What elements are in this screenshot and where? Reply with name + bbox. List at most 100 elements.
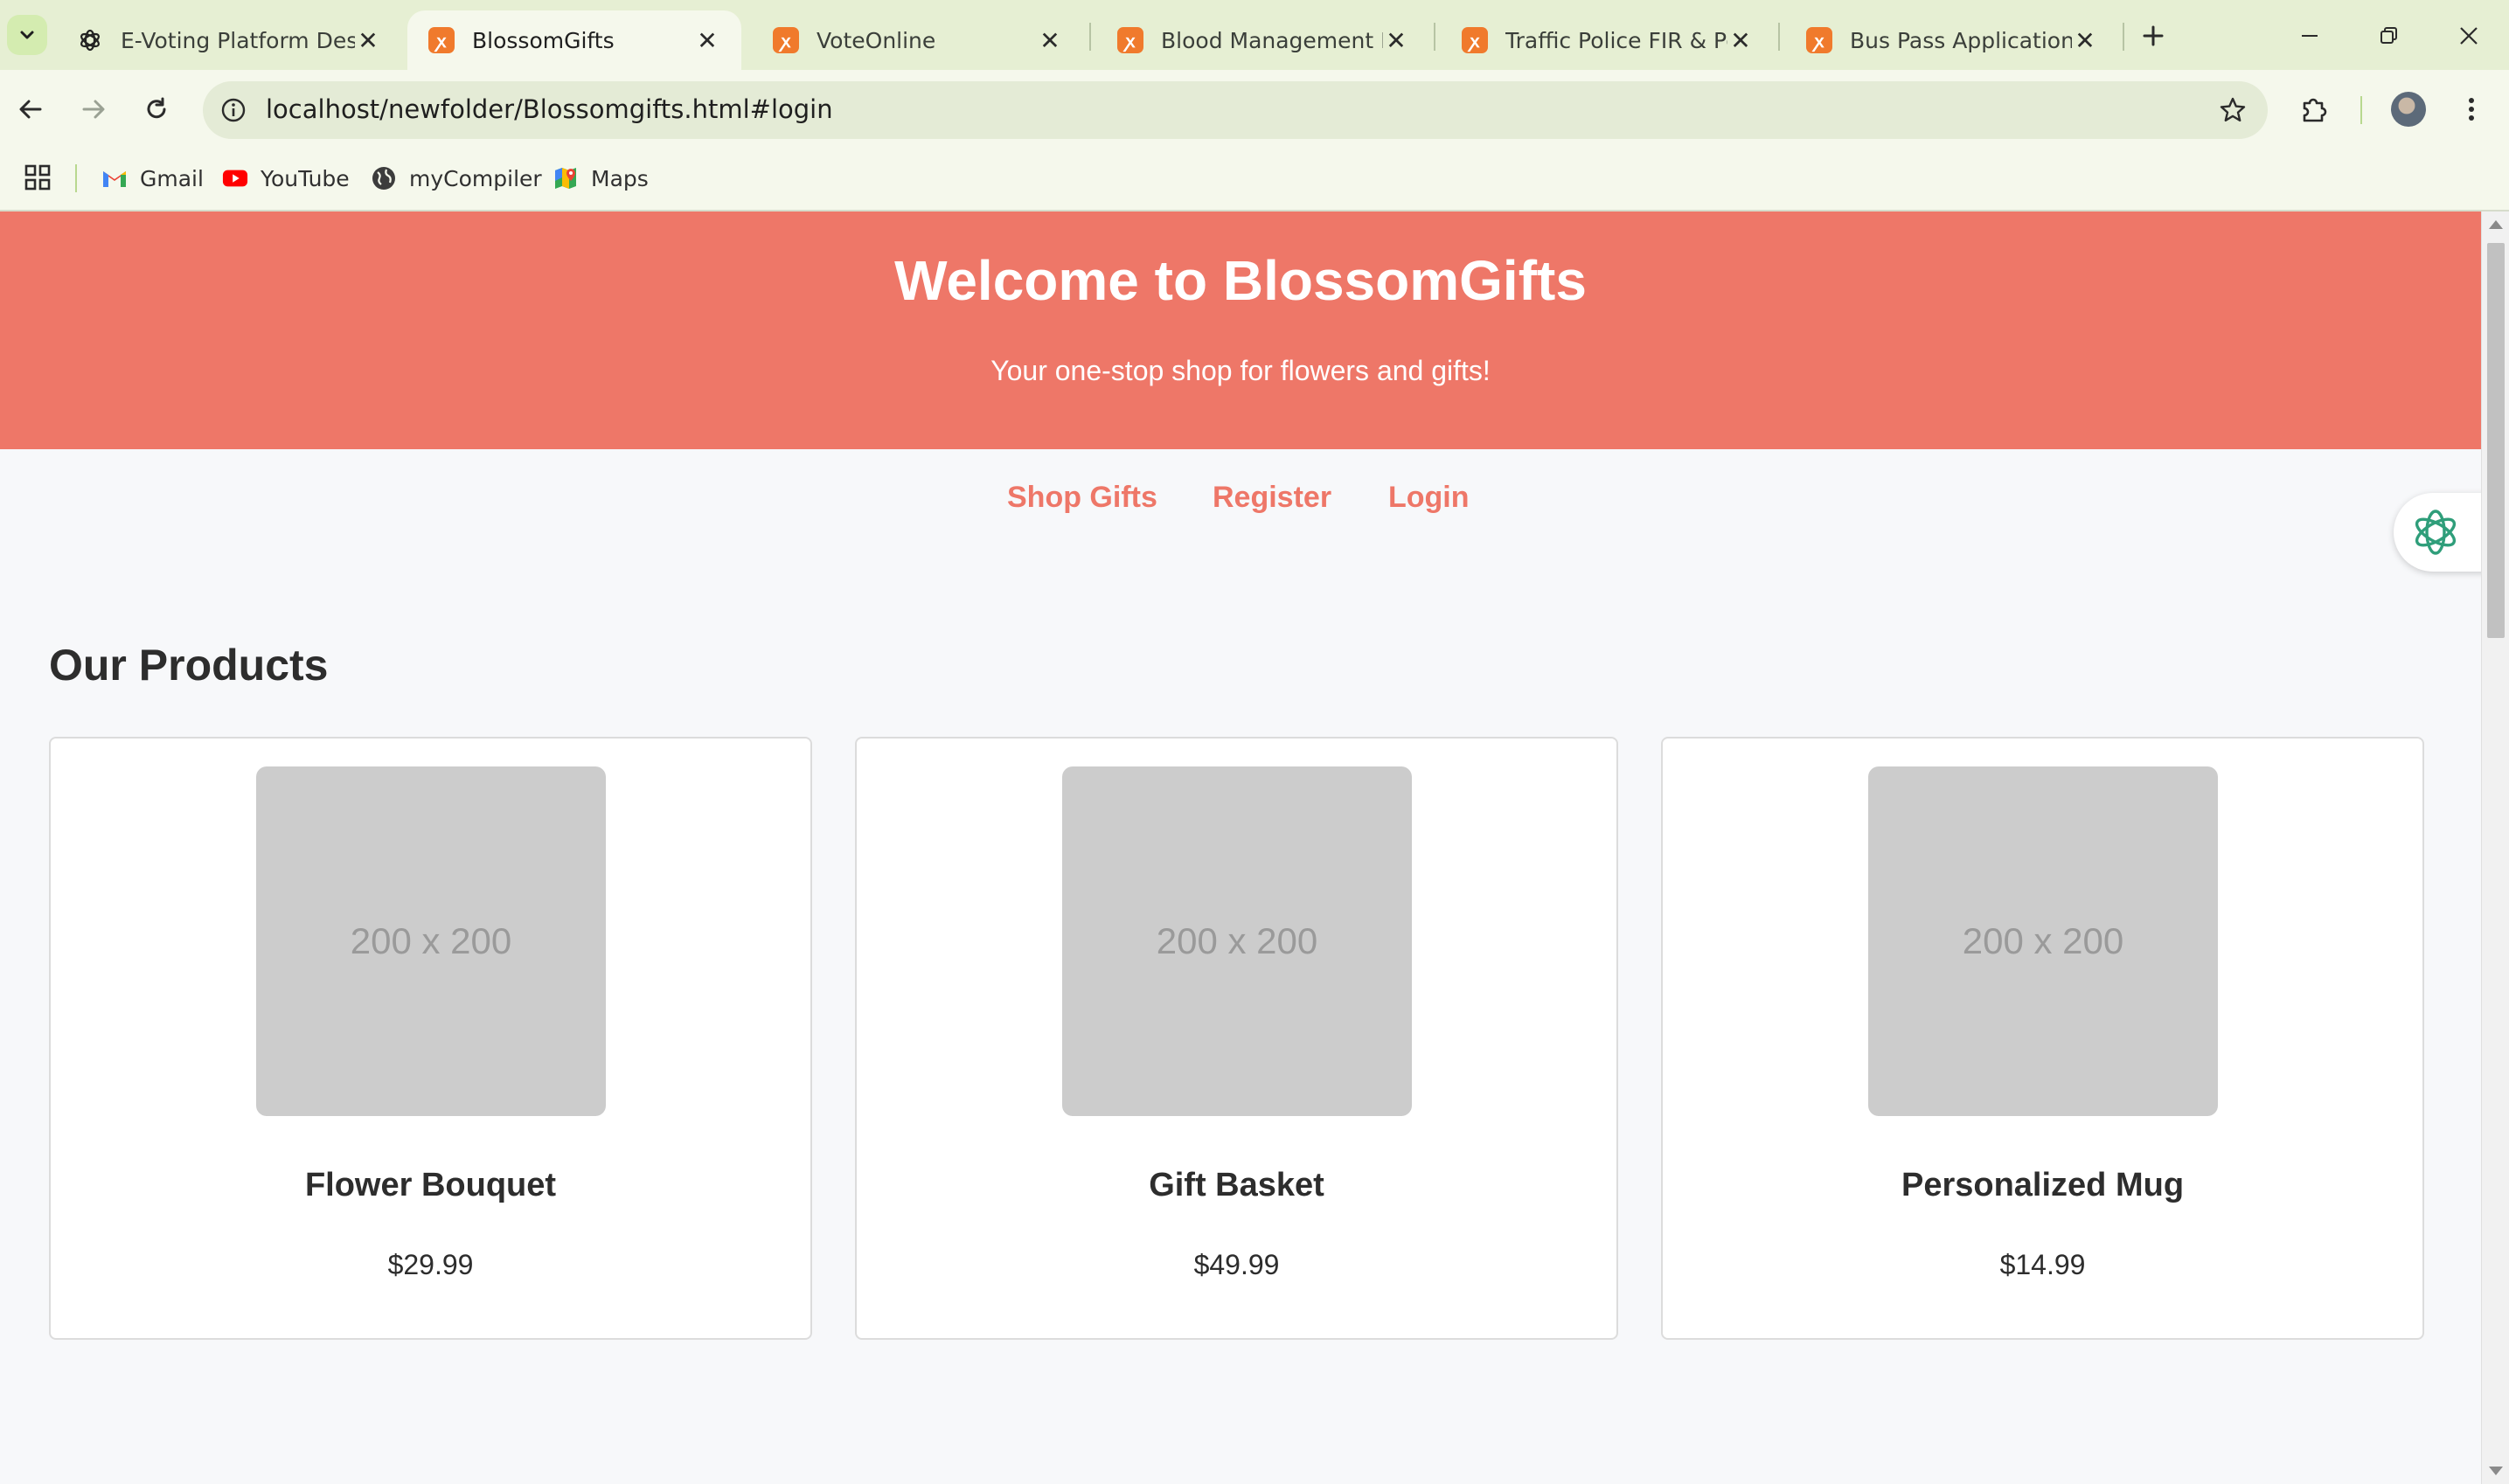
- profile-button[interactable]: [2388, 89, 2429, 129]
- browser-chrome: E-Voting Platform Desig ✕ ꭗ BlossomGifts…: [0, 0, 2509, 212]
- product-card[interactable]: 200 x 200 Flower Bouquet $29.99: [49, 737, 812, 1340]
- chatgpt-icon: [2415, 510, 2457, 555]
- product-name: Flower Bouquet: [304, 1167, 557, 1203]
- address-bar[interactable]: localhost/newfolder/Blossomgifts.html#lo…: [203, 81, 2268, 139]
- product-name: Personalized Mug: [1901, 1167, 2185, 1203]
- scroll-down-arrow-icon[interactable]: [2489, 1467, 2503, 1475]
- product-card[interactable]: 200 x 200 Personalized Mug $14.99: [1661, 737, 2424, 1340]
- new-tab-button[interactable]: [2133, 16, 2173, 56]
- chevron-down-icon: [20, 31, 34, 39]
- product-image-placeholder: 200 x 200: [1062, 766, 1412, 1116]
- apps-grid-icon[interactable]: [23, 163, 52, 192]
- page-scrollbar[interactable]: [2481, 212, 2509, 1484]
- avatar: [2391, 92, 2426, 127]
- tab-strip: E-Voting Platform Desig ✕ ꭗ BlossomGifts…: [0, 0, 2509, 70]
- xampp-icon: ꭗ: [1117, 27, 1143, 53]
- tab-search-button[interactable]: [7, 15, 47, 55]
- nav-link-register[interactable]: Register: [1213, 481, 1331, 515]
- site-header: Welcome to BlossomGifts Your one-stop sh…: [0, 212, 2481, 449]
- tab-separator: [2123, 23, 2124, 51]
- extensions-button[interactable]: [2294, 89, 2334, 129]
- gmail-icon: [101, 165, 128, 191]
- product-image-placeholder: 200 x 200: [1868, 766, 2218, 1116]
- close-icon[interactable]: ✕: [694, 26, 720, 55]
- forward-button[interactable]: [73, 89, 114, 129]
- reload-icon: [147, 97, 166, 119]
- page-viewport: Welcome to BlossomGifts Your one-stop sh…: [0, 212, 2481, 1484]
- scroll-up-arrow-icon[interactable]: [2489, 220, 2503, 229]
- tab-separator: [1089, 23, 1091, 51]
- tab-blossomgifts[interactable]: ꭗ BlossomGifts ✕: [407, 10, 741, 70]
- bookmark-maps[interactable]: Maps: [553, 161, 649, 196]
- toolbar-separator: [2360, 96, 2362, 124]
- page-subtitle: Your one-stop shop for flowers and gifts…: [990, 355, 1491, 386]
- product-price: $49.99: [1193, 1249, 1280, 1280]
- nav-link-shop-gifts[interactable]: Shop Gifts: [1007, 481, 1157, 515]
- close-icon[interactable]: ✕: [355, 26, 381, 55]
- xampp-icon: ꭗ: [1462, 27, 1488, 53]
- chatgpt-icon: [77, 27, 103, 53]
- tab-title: BlossomGifts: [472, 27, 615, 53]
- browser-toolbar: localhost/newfolder/Blossomgifts.html#lo…: [0, 70, 2509, 149]
- minimize-icon: [2302, 35, 2318, 37]
- restore-button[interactable]: [2362, 16, 2415, 56]
- bookmark-label: Gmail: [140, 165, 204, 191]
- maps-icon: [553, 165, 579, 191]
- product-image-placeholder: 200 x 200: [256, 766, 606, 1116]
- restore-icon: [2380, 27, 2397, 44]
- back-button[interactable]: [10, 89, 51, 129]
- placeholder-label: 200 x 200: [1962, 920, 2124, 961]
- close-icon[interactable]: ✕: [1383, 26, 1409, 55]
- tab-title: Bus Pass Application Sy: [1850, 27, 2072, 53]
- tab-separator: [1434, 23, 1435, 51]
- close-icon: [2460, 27, 2478, 45]
- tab-title: Traffic Police FIR & Pena: [1505, 27, 1727, 53]
- product-price: $14.99: [1999, 1249, 2086, 1280]
- puzzle-icon: [2303, 98, 2327, 122]
- browser-menu-button[interactable]: [2451, 89, 2492, 129]
- youtube-icon: [222, 165, 248, 191]
- placeholder-label: 200 x 200: [350, 920, 512, 961]
- tab-title: E-Voting Platform Desig: [121, 27, 355, 53]
- nav-link-login[interactable]: Login: [1388, 481, 1470, 515]
- site-info-icon[interactable]: [217, 94, 250, 127]
- bookmark-star-icon[interactable]: [2215, 93, 2250, 128]
- bookmark-gmail[interactable]: Gmail: [101, 161, 204, 196]
- bookmarks-bar: Gmail YouTube myCompiler Maps: [0, 149, 2509, 210]
- url-text[interactable]: localhost/newfolder/Blossomgifts.html#lo…: [266, 94, 833, 124]
- bookmark-label: YouTube: [261, 165, 350, 191]
- tab-traffic-police[interactable]: ꭗ Traffic Police FIR & Pena ✕: [1441, 10, 1775, 70]
- globe-icon: [371, 165, 397, 191]
- tab-bus-pass[interactable]: ꭗ Bus Pass Application Sy ✕: [1785, 10, 2119, 70]
- xampp-icon: ꭗ: [773, 27, 799, 53]
- bookmark-label: Maps: [591, 165, 649, 191]
- minimize-button[interactable]: [2283, 16, 2336, 56]
- tab-voteonline[interactable]: ꭗ VoteOnline ✕: [752, 10, 1084, 70]
- close-window-button[interactable]: [2443, 16, 2495, 56]
- reload-button[interactable]: [136, 89, 177, 129]
- products-heading: Our Products: [49, 641, 329, 690]
- plus-icon: [2143, 25, 2164, 46]
- product-price: $29.99: [387, 1249, 474, 1280]
- close-icon[interactable]: ✕: [1727, 26, 1754, 55]
- more-vertical-icon: [2469, 98, 2474, 121]
- tab-title: VoteOnline: [817, 27, 936, 53]
- scrollbar-thumb[interactable]: [2487, 243, 2505, 638]
- bookmarks-separator: [75, 164, 77, 192]
- tab-separator: [1778, 23, 1780, 51]
- chatgpt-floating-button[interactable]: [2394, 493, 2481, 572]
- arrow-left-icon: [19, 100, 42, 119]
- xampp-icon: ꭗ: [428, 27, 455, 53]
- tab-e-voting[interactable]: E-Voting Platform Desig ✕: [56, 10, 402, 70]
- xampp-icon: ꭗ: [1806, 27, 1832, 53]
- bookmark-mycompiler[interactable]: myCompiler: [371, 161, 542, 196]
- arrow-right-icon: [82, 100, 105, 119]
- close-icon[interactable]: ✕: [2072, 26, 2098, 55]
- tab-blood-management[interactable]: ꭗ Blood Management Info ✕: [1096, 10, 1430, 70]
- page-title: Welcome to BlossomGifts: [894, 249, 1587, 312]
- tab-title: Blood Management Info: [1161, 27, 1383, 53]
- close-icon[interactable]: ✕: [1037, 26, 1063, 55]
- bookmark-youtube[interactable]: YouTube: [222, 161, 350, 196]
- site-nav: Shop Gifts Register Login: [0, 449, 2481, 554]
- product-card[interactable]: 200 x 200 Gift Basket $49.99: [855, 737, 1618, 1340]
